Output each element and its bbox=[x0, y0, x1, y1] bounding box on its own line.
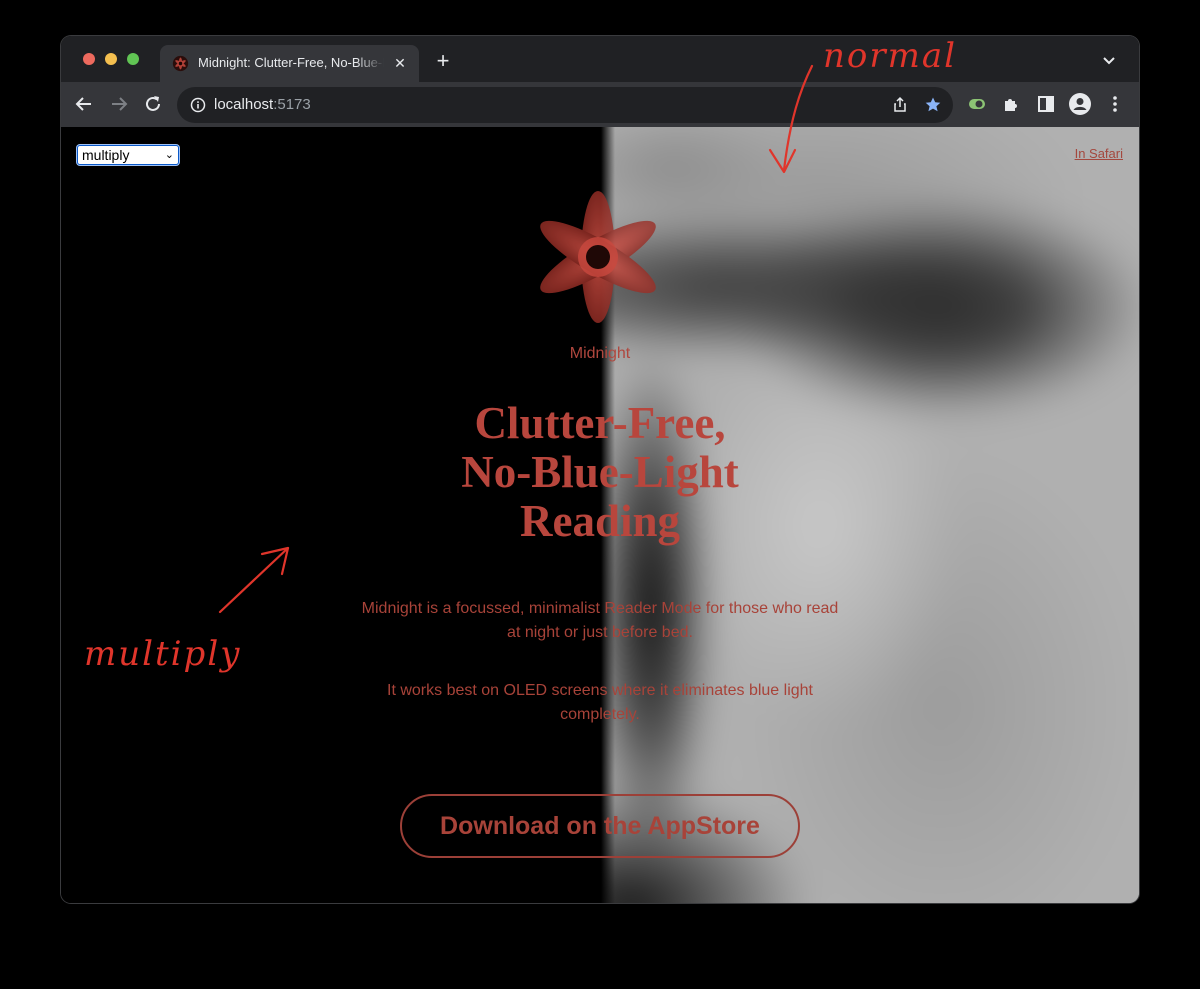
url-text: localhost:5173 bbox=[214, 96, 311, 113]
address-bar[interactable]: localhost:5173 bbox=[177, 87, 953, 123]
url-port: :5173 bbox=[273, 96, 311, 113]
kebab-menu-icon[interactable] bbox=[1103, 92, 1127, 116]
headline-line-3: Reading bbox=[519, 496, 681, 546]
app-name: Midnight bbox=[569, 345, 631, 362]
bookmark-star-icon[interactable] bbox=[924, 96, 942, 114]
page-viewport: multiply ⌄ In Safari Midnight Clutter-Fr… bbox=[61, 127, 1139, 903]
close-window-button[interactable] bbox=[83, 53, 95, 65]
back-arrow-icon[interactable] bbox=[72, 92, 96, 116]
intro-paragraph: Midnight is a focussed, minimalist Reade… bbox=[361, 600, 839, 641]
blend-mode-select[interactable]: multiply ⌄ bbox=[77, 145, 179, 165]
puzzle-icon[interactable] bbox=[1000, 92, 1024, 116]
active-tab[interactable]: Midnight: Clutter-Free, No-Blue-Light Re… bbox=[160, 45, 419, 82]
tab-close-icon[interactable]: ✕ bbox=[391, 54, 409, 72]
browser-toolbar: localhost:5173 bbox=[61, 82, 1139, 127]
download-appstore-button[interactable]: Download on the AppStore bbox=[400, 794, 800, 858]
zoom-window-button[interactable] bbox=[127, 53, 139, 65]
annotation-normal-label: normal bbox=[823, 36, 958, 76]
top-right-link[interactable]: In Safari bbox=[1075, 146, 1123, 161]
info-icon[interactable] bbox=[189, 96, 207, 114]
chevron-down-icon: ⌄ bbox=[164, 149, 174, 161]
tab-strip: Midnight: Clutter-Free, No-Blue-Light Re… bbox=[61, 36, 1139, 82]
midnight-favicon-icon bbox=[172, 55, 189, 72]
share-icon[interactable] bbox=[891, 96, 909, 114]
extension-badge-icon[interactable] bbox=[965, 92, 989, 116]
headline-line-2: No-Blue-Light bbox=[461, 447, 739, 497]
forward-arrow-icon[interactable] bbox=[107, 92, 131, 116]
new-tab-button[interactable]: + bbox=[431, 50, 455, 74]
midnight-flower-logo bbox=[540, 191, 656, 323]
tab-search-chevron-icon[interactable] bbox=[1101, 52, 1117, 68]
sidepanel-icon[interactable] bbox=[1034, 92, 1058, 116]
blend-mode-value: multiply bbox=[82, 147, 130, 163]
tab-title: Midnight: Clutter-Free, No-Blue-Light Re… bbox=[198, 55, 384, 70]
annotation-multiply-label: multiply bbox=[84, 634, 242, 674]
oled-paragraph: It works best on OLED screens where it e… bbox=[387, 682, 813, 723]
headline-line-1: Clutter-Free, bbox=[474, 398, 726, 448]
browser-window: Midnight: Clutter-Free, No-Blue-Light Re… bbox=[61, 36, 1139, 903]
headline: Clutter-Free, No-Blue-Light Reading bbox=[350, 399, 850, 546]
reload-icon[interactable] bbox=[141, 92, 165, 116]
minimize-window-button[interactable] bbox=[105, 53, 117, 65]
url-host: localhost bbox=[214, 96, 274, 113]
profile-icon[interactable] bbox=[1068, 92, 1092, 116]
